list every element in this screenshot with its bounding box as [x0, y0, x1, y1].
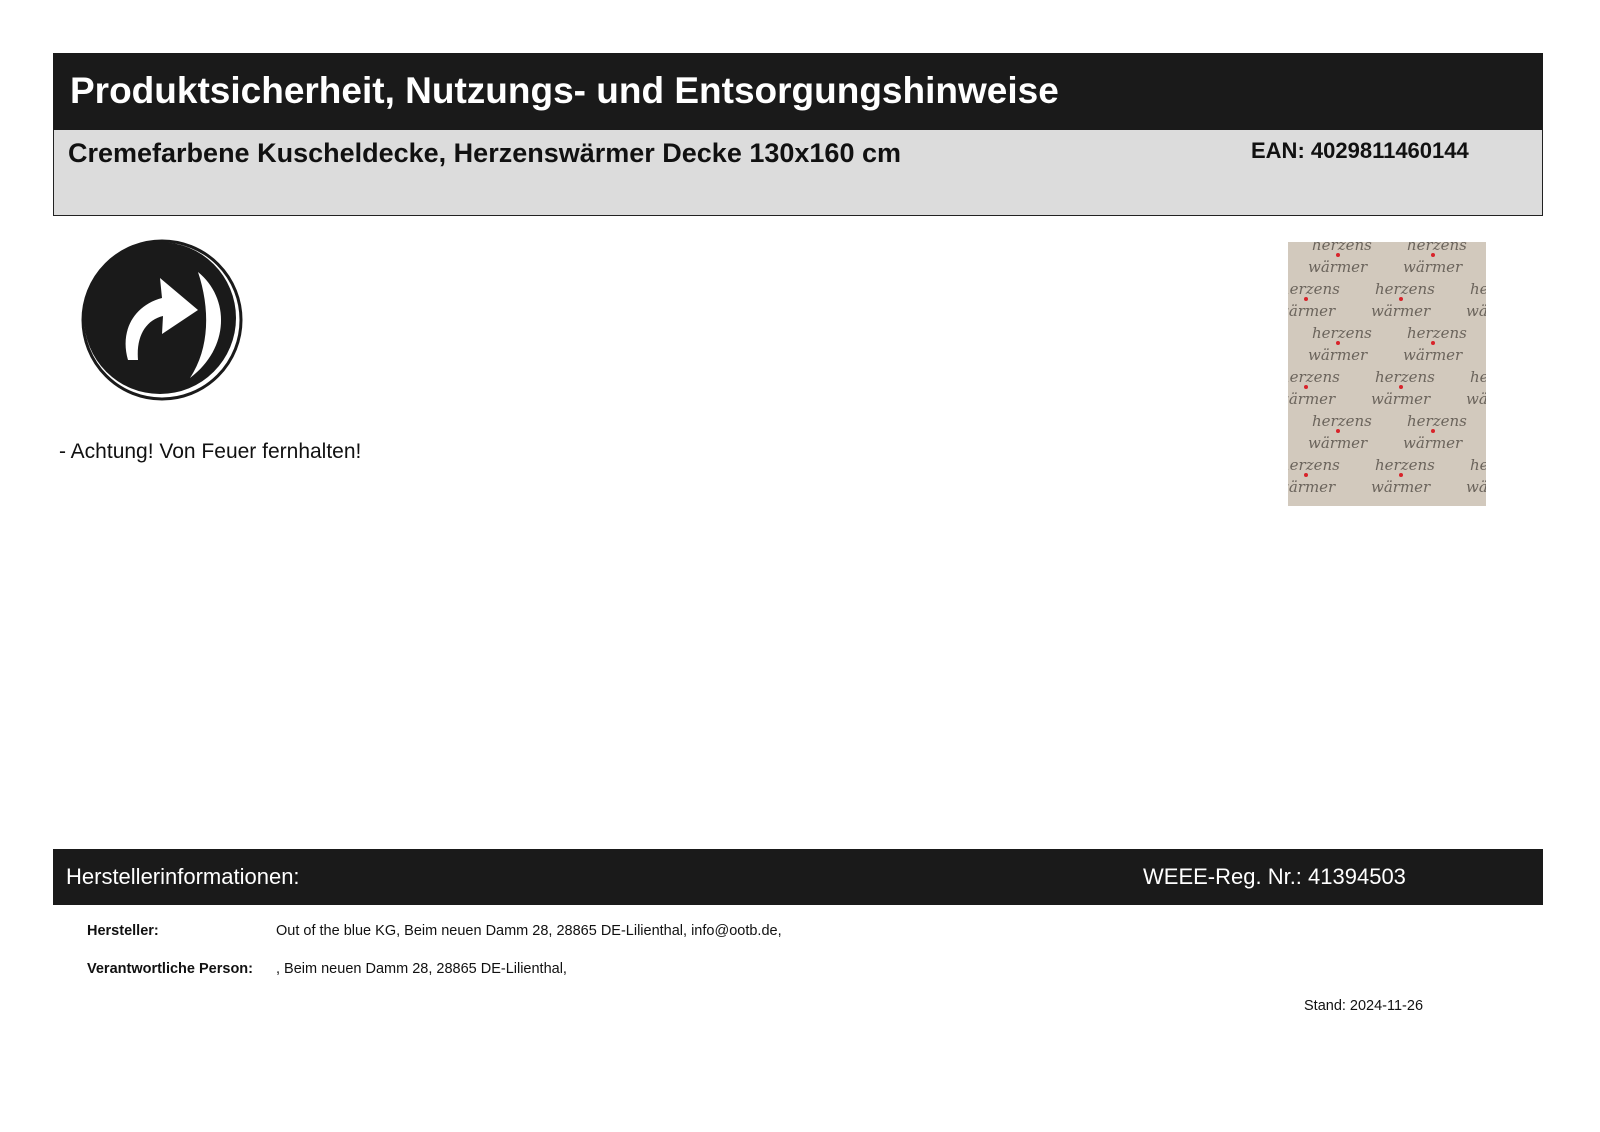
fire-warning: - Achtung! Von Feuer fernhalten!: [59, 440, 362, 463]
svg-text:wärmer: wärmer: [1466, 302, 1486, 320]
svg-text:wärmer: wärmer: [1288, 390, 1336, 408]
page-title: Produktsicherheit, Nutzungs- und Entsorg…: [70, 70, 1059, 111]
svg-text:herzens: herzens: [1470, 280, 1486, 298]
svg-text:herzens: herzens: [1375, 368, 1435, 386]
manufacturer-bar: Herstellerinformationen: WEEE-Reg. Nr.: …: [53, 849, 1543, 905]
svg-text:herzens: herzens: [1288, 368, 1340, 386]
svg-text:herzens: herzens: [1375, 280, 1435, 298]
manufacturer-heading: Herstellerinformationen:: [66, 864, 300, 889]
stand-date: 2024-11-26: [1349, 998, 1424, 1014]
product-name: Cremefarbene Kuscheldecke, Herzenswärmer…: [68, 138, 901, 168]
product-header: Cremefarbene Kuscheldecke, Herzenswärmer…: [53, 130, 1543, 216]
blanket-product-photo: herzensherzensherzenswärmerwärmerwärmerh…: [1288, 242, 1486, 506]
title-bar: Produktsicherheit, Nutzungs- und Entsorg…: [53, 53, 1543, 130]
manufacturer-label: Hersteller:: [87, 923, 159, 939]
svg-text:herzens: herzens: [1288, 280, 1340, 298]
svg-text:herzens: herzens: [1288, 456, 1340, 474]
svg-text:herzens: herzens: [1312, 242, 1372, 254]
svg-text:wärmer: wärmer: [1403, 346, 1463, 364]
svg-text:herzens: herzens: [1470, 368, 1486, 386]
green-dot-recycling-icon: [80, 238, 244, 402]
svg-text:wärmer: wärmer: [1403, 258, 1463, 276]
svg-text:herzens: herzens: [1470, 456, 1486, 474]
svg-text:wärmer: wärmer: [1371, 390, 1431, 408]
svg-text:wärmer: wärmer: [1371, 302, 1431, 320]
responsible-person-value: , Beim neuen Damm 28, 28865 DE-Lilientha…: [276, 961, 567, 977]
svg-text:wärmer: wärmer: [1308, 346, 1368, 364]
svg-text:herzens: herzens: [1312, 324, 1372, 342]
svg-text:wärmer: wärmer: [1308, 258, 1368, 276]
responsible-person-label: Verantwortliche Person:: [87, 961, 253, 977]
svg-text:wärmer: wärmer: [1308, 434, 1368, 452]
stand-label: Stand:: [1304, 998, 1346, 1014]
svg-text:herzens: herzens: [1312, 412, 1372, 430]
svg-text:herzens: herzens: [1375, 456, 1435, 474]
manufacturer-value: Out of the blue KG, Beim neuen Damm 28, …: [276, 923, 782, 939]
ean-number: EAN: 4029811460144: [1251, 138, 1469, 163]
svg-text:wärmer: wärmer: [1288, 478, 1336, 496]
weee-registration: WEEE-Reg. Nr.: 41394503: [1143, 864, 1406, 889]
svg-text:wärmer: wärmer: [1403, 434, 1463, 452]
revision-date: Stand: 2024-11-26: [1304, 998, 1423, 1014]
svg-text:wärmer: wärmer: [1466, 390, 1486, 408]
svg-text:herzens: herzens: [1407, 324, 1467, 342]
svg-text:wärmer: wärmer: [1288, 302, 1336, 320]
svg-text:herzens: herzens: [1407, 242, 1467, 254]
svg-text:wärmer: wärmer: [1466, 478, 1486, 496]
svg-text:wärmer: wärmer: [1371, 478, 1431, 496]
svg-text:herzens: herzens: [1407, 412, 1467, 430]
